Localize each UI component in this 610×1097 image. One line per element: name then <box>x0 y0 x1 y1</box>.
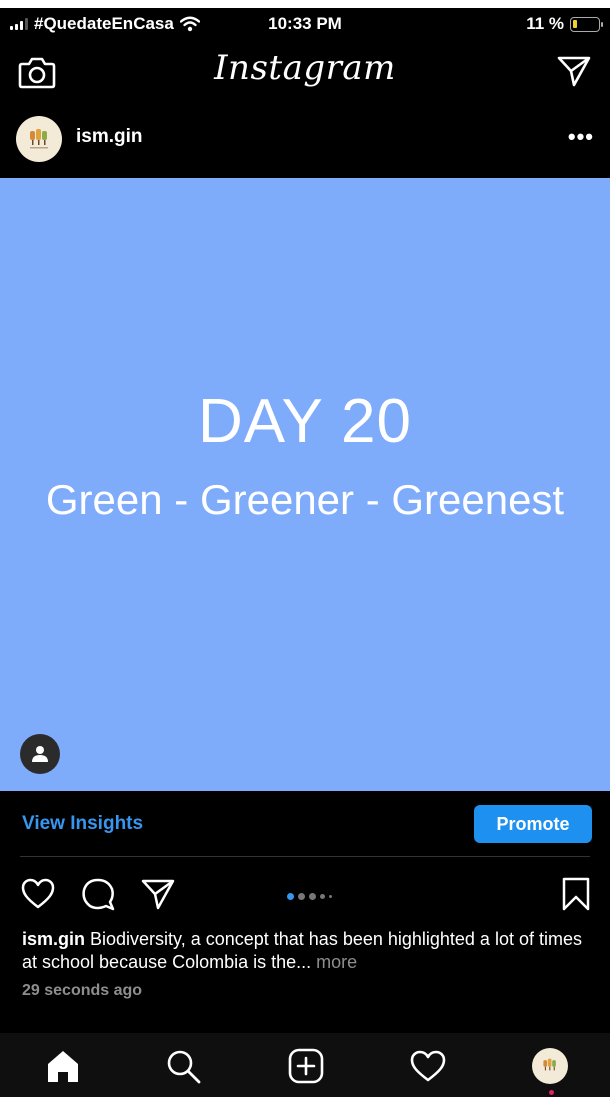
new-post-icon[interactable] <box>287 1047 325 1085</box>
share-icon[interactable] <box>140 876 176 912</box>
tagged-people-button[interactable] <box>20 734 60 774</box>
caption-more-link[interactable]: more <box>311 952 357 972</box>
post-actions <box>0 868 610 920</box>
status-time: 10:33 PM <box>268 14 342 33</box>
profile-notification-dot <box>549 1090 554 1095</box>
post-image[interactable]: DAY 20 Green - Greener - Greenest <box>0 178 610 791</box>
search-icon[interactable] <box>164 1047 202 1085</box>
post-author-avatar[interactable] <box>16 116 62 162</box>
more-options-icon[interactable]: ••• <box>568 124 594 150</box>
person-icon <box>32 746 48 762</box>
profile-avatar[interactable] <box>532 1048 568 1084</box>
view-insights-link[interactable]: View Insights <box>22 813 143 835</box>
bookmark-icon[interactable] <box>558 876 594 912</box>
post-header: ism.gin ••• <box>0 106 610 176</box>
phone-screen: #QuedateEnCasa 10:33 PM 11 % Instagram i… <box>0 8 610 1097</box>
battery-icon <box>570 16 603 32</box>
battery-percent: 11 % <box>526 14 564 33</box>
status-bar: #QuedateEnCasa 10:33 PM 11 % <box>0 8 610 40</box>
post-caption: ism.gin Biodiversity, a concept that has… <box>22 928 592 974</box>
heart-icon[interactable] <box>20 876 56 912</box>
status-right: 11 % <box>526 14 603 34</box>
instagram-logo: Instagram <box>214 48 396 88</box>
caption-username[interactable]: ism.gin <box>22 929 85 949</box>
app-header: Instagram <box>0 42 610 104</box>
bottom-nav <box>0 1033 610 1097</box>
tree-logo-icon <box>543 1058 556 1071</box>
caption-text: Biodiversity, a concept that has been hi… <box>22 929 582 972</box>
post-image-title: DAY 20 <box>198 387 412 456</box>
direct-message-icon[interactable] <box>556 54 592 88</box>
post-image-subtitle: Green - Greener - Greenest <box>45 476 565 523</box>
activity-icon[interactable] <box>409 1047 447 1085</box>
comment-icon[interactable] <box>80 876 116 912</box>
insights-bar: View Insights Promote <box>0 791 610 857</box>
tree-logo-icon <box>30 129 48 149</box>
divider <box>20 856 590 857</box>
home-icon[interactable] <box>44 1047 82 1085</box>
post-username[interactable]: ism.gin <box>76 126 143 148</box>
post-timestamp: 29 seconds ago <box>22 982 143 999</box>
promote-button[interactable]: Promote <box>474 805 592 843</box>
carousel-indicator <box>287 893 332 900</box>
